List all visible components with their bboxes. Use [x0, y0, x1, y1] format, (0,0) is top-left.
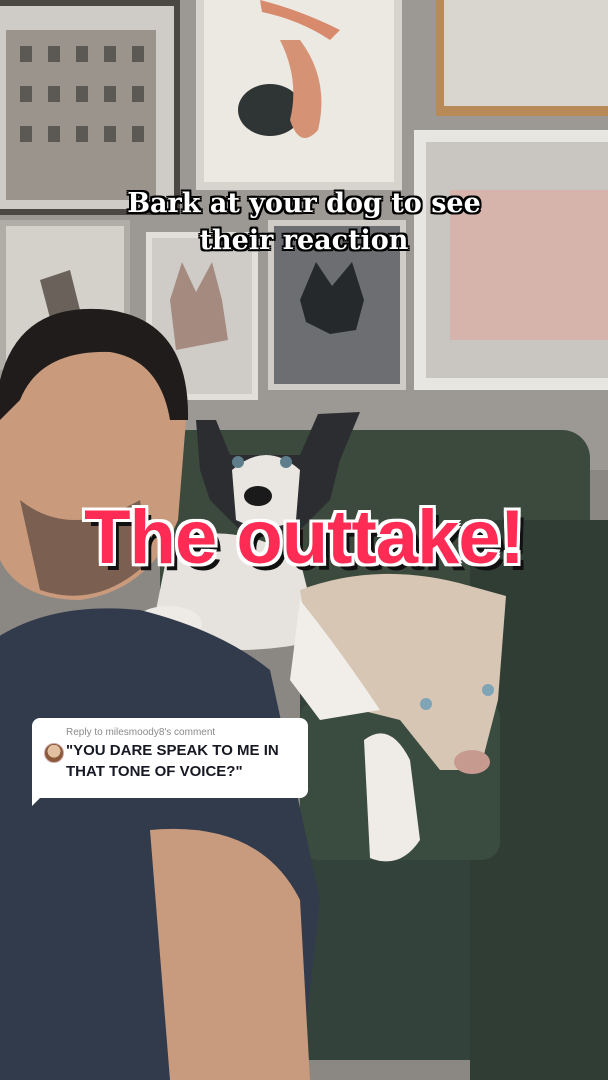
user-avatar-icon — [44, 743, 64, 763]
framed-top-right-picture — [436, 0, 608, 116]
caption-line-2: their reaction — [199, 225, 409, 256]
reply-comment-card[interactable]: Reply to milesmoody8's comment "YOU DARE… — [32, 718, 308, 798]
reply-label: Reply to milesmoody8's comment — [66, 727, 216, 738]
framed-right-picture — [414, 130, 608, 390]
framed-building-picture — [0, 0, 180, 215]
reply-bubble-tail — [32, 790, 48, 806]
framed-abstract-picture — [196, 0, 402, 190]
video-player[interactable]: Bark at your dog to see their reaction T… — [0, 0, 608, 1080]
overlay-title: The outtake! — [84, 495, 525, 580]
reply-comment-text: "YOU DARE SPEAK TO ME IN THAT TONE OF VO… — [66, 742, 279, 780]
caption-line-1: Bark at your dog to see — [127, 188, 481, 219]
